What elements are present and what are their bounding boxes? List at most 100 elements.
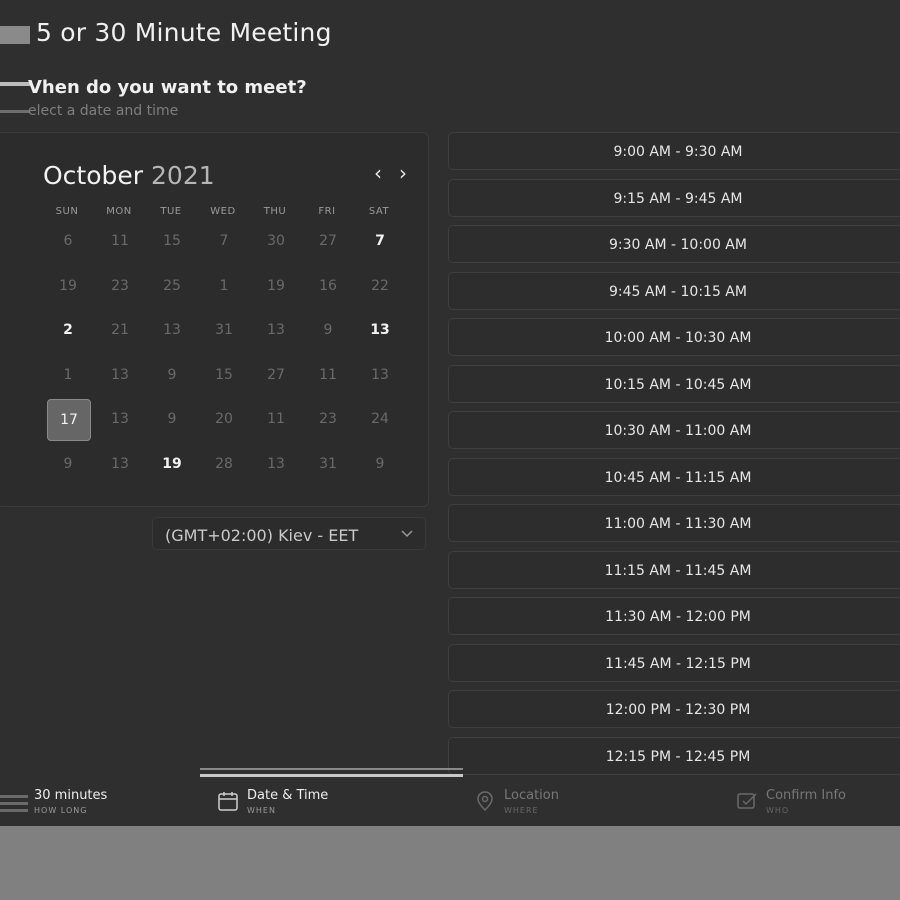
section-subtitle: elect a date and time xyxy=(28,103,179,119)
calendar-day[interactable]: 13 xyxy=(359,310,401,350)
calendar-day[interactable]: 9 xyxy=(307,310,349,350)
weekday-label: WED xyxy=(210,206,236,217)
weekday-label: SAT xyxy=(368,206,390,217)
calendar-day[interactable]: 22 xyxy=(359,266,401,306)
calendar-card: October 2021 ‹ › SUN MON TUE WED THU FRI… xyxy=(0,132,429,507)
time-slot-button[interactable]: 11:45 AM - 12:15 PM xyxy=(448,643,900,682)
calendar-year: 2021 xyxy=(151,161,215,190)
time-slot-button[interactable]: 10:45 AM - 11:15 AM xyxy=(448,457,900,496)
next-month-button[interactable]: › xyxy=(393,161,413,185)
chevron-left-icon: ‹ xyxy=(374,161,382,185)
title-bar-mark xyxy=(0,26,30,44)
time-slot-button[interactable]: 9:30 AM - 10:00 AM xyxy=(448,225,900,263)
calendar-day[interactable]: 31 xyxy=(203,310,245,350)
calendar-day[interactable]: 31 xyxy=(307,444,349,484)
time-slot-button[interactable]: 9:15 AM - 9:45 AM xyxy=(448,178,900,217)
calendar-day[interactable]: 11 xyxy=(307,355,349,395)
calendar-day[interactable]: 7 xyxy=(203,221,245,261)
time-slot-button[interactable]: 9:00 AM - 9:30 AM xyxy=(448,132,900,170)
step-sublabel: WHEN xyxy=(247,806,276,815)
time-slot-button[interactable]: 11:15 AM - 11:45 AM xyxy=(448,550,900,589)
calendar-day[interactable]: 27 xyxy=(255,355,297,395)
step-label: Confirm Info xyxy=(766,788,846,803)
calendar-month: October xyxy=(43,161,144,190)
time-slot-button[interactable]: 12:00 PM - 12:30 PM xyxy=(448,690,900,728)
calendar-day[interactable]: 2 xyxy=(47,310,89,350)
step-sublabel: WHERE xyxy=(504,806,539,815)
time-slot-button[interactable]: 9:45 AM - 10:15 AM xyxy=(448,271,900,310)
calendar-day[interactable]: 23 xyxy=(99,266,141,306)
calendar-day[interactable]: 11 xyxy=(255,399,297,439)
calendar-day[interactable]: 13 xyxy=(255,444,297,484)
time-slot-button[interactable]: 11:30 AM - 12:00 PM xyxy=(448,597,900,635)
calendar-day[interactable]: 11 xyxy=(99,221,141,261)
weekday-label: FRI xyxy=(318,206,336,217)
progress-line-fill xyxy=(200,774,463,777)
calendar-day[interactable]: 17 xyxy=(47,399,91,441)
weekday-header-row: SUN MON TUE WED THU FRI SAT xyxy=(41,206,406,220)
calendar-day[interactable]: 9 xyxy=(47,444,89,484)
empty-backdrop xyxy=(0,826,900,900)
calendar-icon xyxy=(218,792,238,811)
subtitle-mark-line xyxy=(0,110,30,113)
calendar-day[interactable]: 27 xyxy=(307,221,349,261)
calendar-day[interactable]: 7 xyxy=(359,221,401,261)
time-slot-button[interactable]: 10:00 AM - 10:30 AM xyxy=(448,318,900,356)
calendar-day[interactable]: 13 xyxy=(151,310,193,350)
step-where[interactable]: Location WHERE xyxy=(474,788,634,822)
calendar-day[interactable]: 13 xyxy=(99,399,141,439)
progress-line-top xyxy=(200,768,463,770)
prev-month-button[interactable]: ‹ xyxy=(368,161,388,185)
step-label: Location xyxy=(504,788,559,803)
confirm-icon xyxy=(737,793,757,809)
timezone-label: (GMT+02:00) Kiev - EET xyxy=(165,526,359,545)
time-slot-button[interactable]: 10:30 AM - 11:00 AM xyxy=(448,411,900,449)
step-progress-bar xyxy=(200,768,463,780)
step-how-long[interactable]: 30 minutes HOW LONG xyxy=(0,788,140,822)
calendar-day[interactable]: 15 xyxy=(151,221,193,261)
time-slot-button[interactable]: 11:00 AM - 11:30 AM xyxy=(448,504,900,542)
calendar-day[interactable]: 13 xyxy=(99,355,141,395)
calendar-day[interactable]: 25 xyxy=(151,266,193,306)
time-slot-button[interactable]: 12:15 PM - 12:45 PM xyxy=(448,736,900,775)
scheduler-app: 5 or 30 Minute Meeting Vhen do you want … xyxy=(0,0,900,826)
weekday-label: MON xyxy=(106,206,132,217)
step-sublabel: HOW LONG xyxy=(34,806,88,815)
page-title: 5 or 30 Minute Meeting xyxy=(36,18,332,47)
calendar-day[interactable]: 28 xyxy=(203,444,245,484)
calendar-day[interactable]: 13 xyxy=(255,310,297,350)
calendar-day[interactable]: 13 xyxy=(99,444,141,484)
calendar-day[interactable]: 16 xyxy=(307,266,349,306)
step-when[interactable]: Date & Time WHEN xyxy=(217,788,377,822)
chevron-down-icon xyxy=(401,530,413,538)
step-navigation: 30 minutes HOW LONG Date & Time WHEN Loc… xyxy=(0,780,900,826)
calendar-day[interactable]: 9 xyxy=(151,399,193,439)
calendar-day[interactable]: 9 xyxy=(359,444,401,484)
calendar-day[interactable]: 19 xyxy=(255,266,297,306)
step-who[interactable]: Confirm Info WHO xyxy=(736,788,896,822)
calendar-day[interactable]: 9 xyxy=(151,355,193,395)
step-sublabel: WHO xyxy=(766,806,790,815)
calendar-day[interactable]: 24 xyxy=(359,399,401,439)
calendar-day[interactable]: 30 xyxy=(255,221,297,261)
chevron-right-icon: › xyxy=(399,161,407,185)
timezone-select[interactable]: (GMT+02:00) Kiev - EET xyxy=(152,517,426,550)
calendar-day[interactable]: 20 xyxy=(203,399,245,439)
step-label: Date & Time xyxy=(247,788,329,803)
calendar-day[interactable]: 1 xyxy=(47,355,89,395)
calendar-day[interactable]: 1 xyxy=(203,266,245,306)
calendar-day[interactable]: 13 xyxy=(359,355,401,395)
calendar-day[interactable]: 21 xyxy=(99,310,141,350)
calendar-day[interactable]: 19 xyxy=(47,266,89,306)
calendar-day[interactable]: 15 xyxy=(203,355,245,395)
weekday-label: SUN xyxy=(55,206,79,217)
location-pin-icon xyxy=(477,791,493,812)
weekday-label: TUE xyxy=(160,206,182,217)
section-question: Vhen do you want to meet? xyxy=(28,77,307,98)
time-slot-button[interactable]: 10:15 AM - 10:45 AM xyxy=(448,364,900,403)
calendar-day[interactable]: 23 xyxy=(307,399,349,439)
weekday-label: THU xyxy=(263,206,287,217)
question-mark-line xyxy=(0,82,30,86)
calendar-day[interactable]: 6 xyxy=(47,221,89,261)
calendar-day[interactable]: 19 xyxy=(151,444,193,484)
